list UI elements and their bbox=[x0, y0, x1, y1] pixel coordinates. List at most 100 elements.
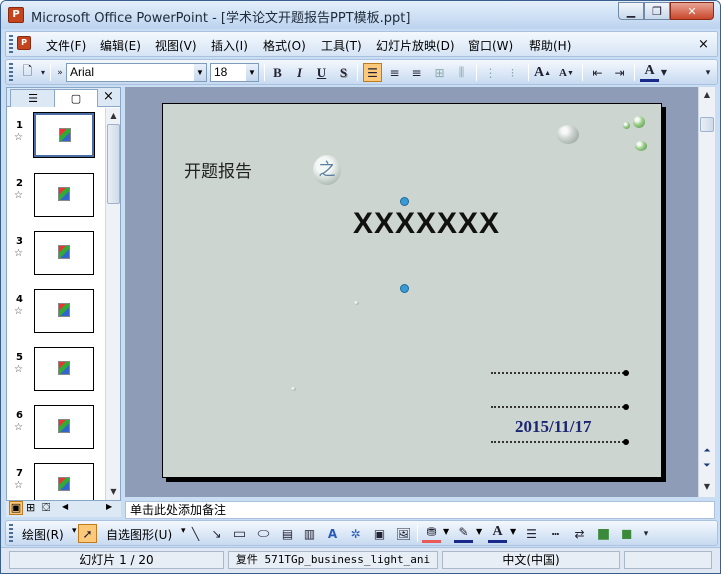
language-indicator[interactable]: 中文(中国) bbox=[442, 551, 620, 569]
align-right-button[interactable]: ≡ bbox=[407, 63, 426, 82]
scroll-down-icon[interactable]: ▼ bbox=[106, 484, 121, 499]
font-name-dropdown[interactable]: ▼ bbox=[194, 64, 206, 81]
draw-menu-button[interactable]: 绘图(R) bbox=[22, 526, 64, 543]
select-objects-button[interactable]: ➚ bbox=[78, 524, 97, 543]
thumbnail-image[interactable] bbox=[33, 112, 95, 158]
toolbar-grip[interactable] bbox=[9, 35, 13, 53]
previous-slide-button[interactable]: ⏶ bbox=[699, 444, 715, 459]
font-color-dropdown[interactable]: ▼ bbox=[659, 63, 669, 82]
autoshapes-menu-button[interactable]: 自选图形(U) bbox=[106, 526, 172, 543]
menu-help[interactable]: 帮助(H) bbox=[529, 37, 571, 54]
arrow-style-button[interactable]: ⇄ bbox=[570, 524, 589, 543]
minimize-button[interactable]: ▁ bbox=[618, 2, 644, 20]
resize-handle-top[interactable] bbox=[400, 197, 409, 206]
increase-indent-button[interactable]: ⇥ bbox=[610, 63, 629, 82]
shadow-style-button[interactable]: ■ bbox=[594, 524, 613, 543]
distribute-horizontal-button[interactable]: ⊞ bbox=[430, 63, 449, 82]
slide-heading[interactable]: 开题报告 bbox=[184, 157, 252, 182]
toolbar-grip[interactable] bbox=[9, 524, 13, 542]
numbering-button[interactable]: ⋮ bbox=[481, 63, 500, 82]
toolbar-options-button[interactable]: ▾ bbox=[640, 524, 652, 543]
toolbar-expand-button[interactable]: » bbox=[55, 63, 65, 82]
scroll-right-icon[interactable]: ▶ bbox=[106, 502, 112, 511]
drawing-font-color-button[interactable]: A bbox=[488, 524, 507, 543]
pane-close-button[interactable]: × bbox=[103, 89, 114, 104]
scroll-down-icon[interactable]: ▼ bbox=[699, 479, 715, 494]
wordart-button[interactable]: A bbox=[323, 524, 342, 543]
slide-title[interactable]: XXXXXXX bbox=[353, 207, 500, 241]
scrollbar-thumb[interactable] bbox=[107, 124, 120, 204]
menu-slideshow[interactable]: 幻灯片放映(D) bbox=[376, 37, 455, 54]
chevron-down-icon[interactable]: ▼ bbox=[443, 527, 449, 536]
textbox-tool-button[interactable]: ▤ bbox=[278, 524, 297, 543]
scroll-left-icon[interactable]: ◀ bbox=[62, 502, 68, 511]
oval-tool-button[interactable]: ⬭ bbox=[254, 524, 273, 543]
font-size-combo[interactable]: 18 ▼ bbox=[210, 63, 259, 82]
shrink-font-button[interactable]: A ▼ bbox=[557, 63, 576, 82]
thumbnail-image[interactable] bbox=[34, 463, 94, 500]
menu-window[interactable]: 窗口(W) bbox=[468, 37, 513, 54]
vertical-textbox-button[interactable]: ▥ bbox=[300, 524, 319, 543]
bold-button[interactable]: B bbox=[268, 63, 287, 82]
font-size-dropdown[interactable]: ▼ bbox=[246, 64, 258, 81]
document-close-button[interactable]: × bbox=[698, 37, 709, 52]
tab-outline[interactable]: ☰ bbox=[10, 89, 56, 107]
restore-button[interactable]: ❐ bbox=[644, 2, 670, 20]
line-color-button[interactable]: ✎ bbox=[454, 524, 473, 543]
italic-button[interactable]: I bbox=[290, 63, 309, 82]
decrease-indent-button[interactable]: ⇤ bbox=[588, 63, 607, 82]
diagram-button[interactable]: ✲ bbox=[346, 524, 365, 543]
tab-slides[interactable]: ▢ bbox=[54, 89, 98, 107]
scroll-up-icon[interactable]: ▲ bbox=[699, 87, 715, 102]
next-slide-button[interactable]: ⏷ bbox=[699, 459, 715, 474]
slideshow-view-button[interactable]: ⛋ bbox=[42, 501, 50, 515]
scrollbar-thumb[interactable] bbox=[700, 117, 714, 132]
menu-file[interactable]: 文件(F) bbox=[46, 37, 86, 54]
thumbnail-image[interactable] bbox=[34, 173, 94, 217]
shadow-button[interactable]: S bbox=[334, 63, 353, 82]
font-color-button[interactable]: A bbox=[640, 63, 659, 82]
menu-view[interactable]: 视图(V) bbox=[155, 37, 197, 54]
resize-handle-bottom[interactable] bbox=[400, 284, 409, 293]
chevron-down-icon[interactable]: ▼ bbox=[476, 527, 482, 536]
bullets-button[interactable]: ⁝ bbox=[503, 63, 522, 82]
line-tool-button[interactable]: ╲ bbox=[186, 524, 205, 543]
powerpoint-app-icon[interactable]: P bbox=[8, 7, 24, 23]
arrow-tool-button[interactable]: ↘ bbox=[207, 524, 226, 543]
underline-button[interactable]: U bbox=[312, 63, 331, 82]
slide-area-scrollbar[interactable]: ▲ ⏶ ⏷ ▼ bbox=[698, 87, 715, 497]
grow-font-button[interactable]: A ▲ bbox=[533, 63, 552, 82]
align-center-button[interactable]: ≡ bbox=[385, 63, 404, 82]
slide-date[interactable]: 2015/11/17 bbox=[515, 417, 592, 437]
current-slide[interactable]: 开题报告 之 XXXXXXX 2015/11/17 bbox=[162, 103, 662, 478]
thumbnail-image[interactable] bbox=[34, 347, 94, 391]
dash-style-button[interactable]: ┅ bbox=[546, 524, 565, 543]
font-name-combo[interactable]: Arial ▼ bbox=[66, 63, 207, 82]
menu-tools[interactable]: 工具(T) bbox=[321, 37, 362, 54]
normal-view-button[interactable]: ▣ bbox=[9, 501, 23, 515]
insert-picture-button[interactable]: 🖼 bbox=[394, 524, 413, 543]
fill-color-button[interactable]: ⛃ bbox=[422, 524, 441, 543]
thumbnail-image[interactable] bbox=[34, 289, 94, 333]
toolbar-grip[interactable] bbox=[9, 63, 13, 81]
notes-pane[interactable]: 单击此处添加备注 bbox=[125, 501, 715, 519]
menu-format[interactable]: 格式(O) bbox=[263, 37, 306, 54]
chevron-down-icon[interactable]: ▼ bbox=[510, 527, 516, 536]
document-icon[interactable]: P bbox=[17, 36, 31, 50]
toolbar-options-button[interactable]: ▾ bbox=[38, 63, 48, 82]
toolbar-options-button[interactable]: ▾ bbox=[702, 63, 714, 82]
slide-sorter-view-button[interactable]: ⊞ bbox=[26, 501, 35, 514]
thumbnail-image[interactable] bbox=[34, 405, 94, 449]
clipart-button[interactable]: ▣ bbox=[370, 524, 389, 543]
slides-pane-scrollbar[interactable]: ▲ ▼ bbox=[105, 108, 120, 500]
rectangle-tool-button[interactable]: ▭ bbox=[230, 524, 249, 543]
distribute-vertical-button[interactable]: ⫼ bbox=[452, 63, 471, 82]
menu-edit[interactable]: 编辑(E) bbox=[100, 37, 141, 54]
close-button[interactable]: ✕ bbox=[670, 2, 714, 20]
thumbnail-image[interactable] bbox=[34, 231, 94, 275]
3d-style-button[interactable]: ◼ bbox=[617, 524, 636, 543]
menu-insert[interactable]: 插入(I) bbox=[211, 37, 248, 54]
line-style-button[interactable]: ☰ bbox=[522, 524, 541, 543]
new-document-button[interactable]: 🗋 bbox=[18, 63, 37, 82]
align-left-button[interactable]: ☰ bbox=[363, 63, 382, 82]
